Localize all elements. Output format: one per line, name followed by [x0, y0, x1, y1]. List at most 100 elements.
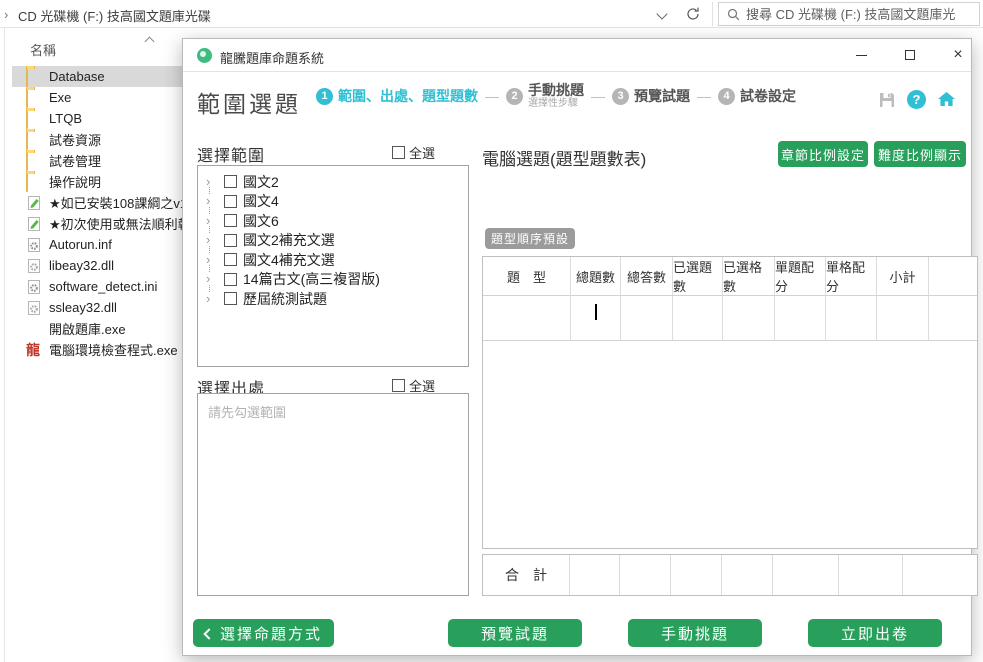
step-indicator: 1 範圍、出處、題型題數 — 2 手動挑題 選擇性步驟 — 3 預覽試題 — 4…	[316, 83, 796, 109]
step-3-preview[interactable]: 3 預覽試題	[612, 86, 690, 106]
maximize-button[interactable]	[893, 39, 927, 71]
breadcrumb[interactable]: CD 光碟機 (F:) 技高國文題庫光碟	[18, 6, 211, 25]
cell-points-per-blank[interactable]	[826, 296, 877, 341]
manual-pick-button[interactable]: 手動挑題	[628, 619, 762, 647]
computer-selection-title: 電腦選題(題型題數表)	[482, 145, 646, 170]
config-file-icon	[26, 237, 42, 253]
config-file-icon	[26, 279, 42, 295]
total-cell	[570, 555, 620, 595]
source-list-box[interactable]: 請先勾選範圍	[197, 393, 469, 596]
total-cell	[671, 555, 722, 595]
tree-item[interactable]: ›國文6	[198, 211, 468, 231]
expand-chevron-icon[interactable]: ›	[206, 195, 218, 207]
close-button[interactable]: ×	[941, 39, 975, 71]
range-select-all-checkbox[interactable]	[392, 146, 405, 159]
home-icon[interactable]	[936, 89, 957, 110]
file-row[interactable]: LTQB	[12, 108, 182, 129]
generate-paper-button[interactable]: 立即出卷	[808, 619, 942, 647]
search-input[interactable]	[746, 7, 956, 22]
breadcrumb-chevron-icon: ›	[4, 7, 8, 22]
expand-chevron-icon[interactable]: ›	[206, 215, 218, 227]
column-header-name[interactable]: 名稱	[30, 40, 56, 59]
file-row[interactable]: 龍電腦環境檢查程式.exe	[12, 339, 182, 360]
file-row[interactable]: 試卷管理	[12, 150, 182, 171]
tree-checkbox[interactable]	[224, 273, 237, 286]
expand-chevron-icon[interactable]: ›	[206, 176, 218, 188]
file-row[interactable]: Database	[12, 66, 182, 87]
file-list: Database Exe LTQB 試卷資源 試卷管理 操作說明 ★如已安裝10…	[12, 66, 182, 360]
file-row[interactable]: 開啟題庫.exe	[12, 318, 182, 339]
header-selected-questions: 已選題數	[673, 257, 723, 296]
file-row[interactable]: ★如已安裝108課綱之v1.0	[12, 192, 182, 213]
help-icon[interactable]: ?	[906, 89, 927, 110]
document-edit-icon	[26, 216, 42, 232]
tree-item[interactable]: ›國文2補充文選	[198, 231, 468, 251]
cell-question-type[interactable]	[483, 296, 571, 341]
preview-questions-button[interactable]: 預覽試題	[448, 619, 582, 647]
file-row[interactable]: libeay32.dll	[12, 255, 182, 276]
tree-item[interactable]: ›國文2	[198, 172, 468, 192]
range-select-all[interactable]: 全選	[392, 143, 435, 162]
file-row[interactable]: Autorun.inf	[12, 234, 182, 255]
table-input-row	[483, 296, 977, 341]
step-dash: —	[591, 88, 605, 104]
cell-selected-questions[interactable]	[673, 296, 723, 341]
tree-item[interactable]: ›國文4	[198, 192, 468, 212]
app-green-icon	[26, 321, 42, 337]
expand-chevron-icon[interactable]: ›	[206, 234, 218, 246]
tree-checkbox[interactable]	[224, 195, 237, 208]
tree-checkbox[interactable]	[224, 234, 237, 247]
step-1-range[interactable]: 1 範圍、出處、題型題數	[316, 86, 478, 106]
source-select-all-checkbox[interactable]	[392, 379, 405, 392]
address-dropdown-icon[interactable]	[656, 8, 667, 19]
header-spacer	[929, 257, 977, 296]
sort-ascending-icon[interactable]	[145, 37, 155, 47]
type-order-preset-button[interactable]: 題型順序預設	[485, 228, 575, 249]
cell-selected-blanks[interactable]	[723, 296, 775, 341]
expand-chevron-icon[interactable]: ›	[206, 293, 218, 305]
search-box[interactable]	[718, 2, 980, 26]
step-2-manual-pick[interactable]: 2 手動挑題 選擇性步驟	[506, 83, 584, 109]
step-dash: —	[697, 88, 711, 104]
tree-checkbox[interactable]	[224, 175, 237, 188]
folder-icon	[26, 90, 42, 106]
document-edit-icon	[26, 195, 42, 211]
range-tree: ›國文2 ›國文4 ›國文6 ›國文2補充文選 ›國文4補充文選 ›14篇古文(…	[197, 165, 469, 367]
cell-spacer	[929, 296, 977, 341]
expand-chevron-icon[interactable]: ›	[206, 273, 218, 285]
text-cursor	[595, 304, 597, 320]
app-title-bar: 龍騰題庫命題系統 ×	[183, 39, 971, 72]
difficulty-ratio-button[interactable]: 難度比例顯示	[874, 141, 966, 167]
tree-checkbox[interactable]	[224, 214, 237, 227]
cell-subtotal[interactable]	[877, 296, 929, 341]
file-row[interactable]: ★初次使用或無法順利執行	[12, 213, 182, 234]
expand-chevron-icon[interactable]: ›	[206, 254, 218, 266]
header-points-per-blank: 單格配分	[826, 257, 877, 296]
explorer-address-bar: › CD 光碟機 (F:) 技高國文題庫光碟	[0, 0, 983, 28]
refresh-icon[interactable]	[684, 5, 702, 23]
folder-icon	[26, 132, 42, 148]
cell-points-per-question[interactable]	[775, 296, 826, 341]
tree-checkbox[interactable]	[224, 292, 237, 305]
chapter-ratio-button[interactable]: 章節比例設定	[778, 141, 868, 167]
step-4-paper-setting[interactable]: 4 試卷設定	[718, 86, 796, 106]
tree-item[interactable]: ›歷屆統測試題	[198, 289, 468, 309]
dragon-app-icon: 龍	[26, 342, 42, 358]
file-row[interactable]: 試卷資源	[12, 129, 182, 150]
save-icon[interactable]	[876, 89, 897, 110]
back-to-method-button[interactable]: 選擇命題方式	[193, 619, 334, 647]
file-row[interactable]: Exe	[12, 87, 182, 108]
app-logo-icon	[197, 48, 212, 63]
file-row[interactable]: ssleay32.dll	[12, 297, 182, 318]
question-type-table: 題 型 總題數 總答數 已選題數 已選格數 單題配分 單格配分 小計	[482, 256, 978, 549]
tree-checkbox[interactable]	[224, 253, 237, 266]
minimize-button[interactable]	[844, 39, 878, 71]
cell-total-questions[interactable]	[571, 296, 621, 341]
cell-total-answers[interactable]	[621, 296, 673, 341]
tree-item[interactable]: ›國文4補充文選	[198, 250, 468, 270]
file-row[interactable]: software_detect.ini	[12, 276, 182, 297]
total-cell	[903, 555, 977, 595]
folder-icon	[26, 111, 42, 127]
tree-item[interactable]: ›14篇古文(高三複習版)	[198, 270, 468, 290]
file-row[interactable]: 操作說明	[12, 171, 182, 192]
